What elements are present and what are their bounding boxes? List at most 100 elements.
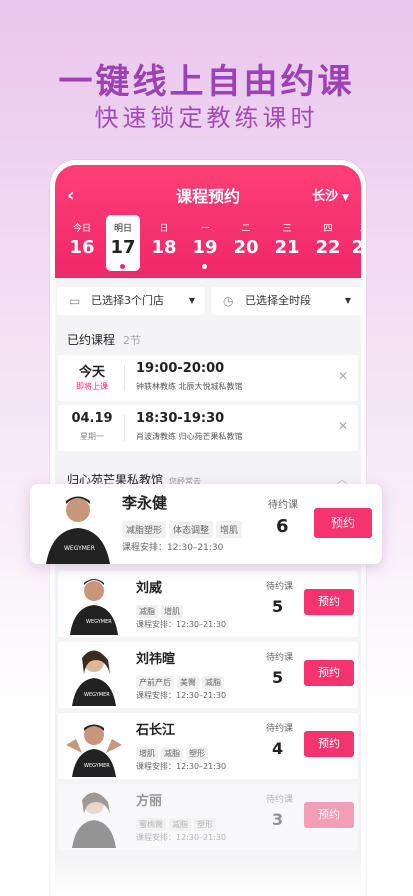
- booked-time: 18:30-19:30: [136, 411, 225, 426]
- store-filter[interactable]: ▭ 已选择3个门店 ▼: [57, 287, 205, 315]
- avatar: WEGYMER: [62, 715, 126, 777]
- coach-tag: 体态调整: [169, 521, 214, 538]
- day-number: 23: [351, 237, 364, 258]
- day-tab-22[interactable]: 四 22: [311, 215, 345, 271]
- bottom-fade: [55, 855, 361, 896]
- coach-tags: 增肌 减脂 塑形: [136, 741, 211, 760]
- coach-tag: 产前产后: [136, 676, 174, 689]
- coach-name: 李永健: [122, 494, 168, 512]
- coach-card[interactable]: 方丽 蜜桃臀 减脂 塑形 课程安排：12:30–21:30 待约课 3 预约: [58, 784, 358, 850]
- coach-tag: 减脂塑形: [122, 521, 167, 538]
- coach-name: 石长江: [136, 723, 176, 738]
- day-tab-21[interactable]: 三 21: [270, 215, 304, 271]
- booked-class-card[interactable]: 04.19 星期一 18:30-19:30 肖波涛教练 归心苑芒果私教馆 ✕: [58, 405, 358, 451]
- coach-schedule: 课程安排：12:30–21:30: [136, 833, 227, 842]
- coach-tags: 蜜桃臀 减脂 塑形: [136, 812, 219, 831]
- clock-icon: ◷: [223, 294, 234, 308]
- svg-text:WEGYMER: WEGYMER: [84, 763, 110, 769]
- day-tab-16[interactable]: 今日 16: [65, 215, 99, 271]
- coach-name: 刘祎暄: [136, 652, 176, 667]
- day-tab-19[interactable]: 一 19: [188, 215, 222, 271]
- day-tab-20[interactable]: 二 20: [229, 215, 263, 271]
- day-number: 16: [69, 237, 95, 258]
- day-number: 21: [274, 237, 300, 258]
- day-tab-23[interactable]: 五 23: [347, 215, 364, 271]
- booked-weekday: 星期一: [80, 432, 104, 441]
- avatar: WEGYMER: [62, 573, 126, 635]
- svg-text:WEGYMER: WEGYMER: [86, 619, 112, 625]
- chevron-down-icon: ▼: [188, 296, 195, 305]
- pending-count: 6: [276, 516, 289, 537]
- coach-tag: 塑形: [194, 818, 216, 831]
- book-button[interactable]: 预约: [314, 508, 372, 538]
- day-name: 四: [323, 224, 333, 234]
- coach-schedule: 课程安排：12:30–21:30: [136, 762, 227, 771]
- close-icon[interactable]: ✕: [338, 419, 348, 433]
- store-icon: ▭: [69, 294, 81, 308]
- booked-status: 即将上课: [76, 382, 108, 391]
- booked-section-title: 已约课程 2节: [67, 331, 141, 348]
- booked-title: 已约课程: [67, 333, 116, 347]
- chevron-down-icon: ▼: [344, 296, 351, 305]
- chevron-down-icon: ▼: [342, 193, 349, 203]
- coach-tag: 减脂: [169, 818, 191, 831]
- coach-card[interactable]: WEGYMER 石长江 增肌 减脂 塑形 课程安排：12:30–21:30 待约课 …: [58, 713, 358, 779]
- divider: [124, 365, 125, 391]
- day-name: 五: [347, 221, 361, 234]
- city-selector[interactable]: 长沙 ▼: [312, 185, 349, 204]
- pending-count: 4: [272, 739, 284, 758]
- book-button[interactable]: 预约: [304, 660, 354, 686]
- coach-schedule: 课程安排：12:30–21:30: [136, 691, 227, 700]
- coach-card[interactable]: WEGYMER 刘祎暄 产前产后 美臀 减脂 课程安排：12:30–21:30 待约…: [58, 642, 358, 708]
- coach-tag: 塑形: [186, 747, 208, 760]
- day-number: 19: [192, 237, 218, 258]
- coach-tag: 美臀: [177, 676, 199, 689]
- top-bar: ‹ 课程预约 长沙 ▼ 今日 16 明日 17 日 18 一 19 二 20 三…: [55, 165, 361, 278]
- pending-count: 3: [272, 810, 284, 829]
- book-button[interactable]: 预约: [304, 589, 354, 615]
- pending-label: 待约课: [266, 653, 294, 663]
- day-name: 二: [241, 224, 251, 234]
- booked-coach: 钟轶林教练 北辰大悦城私教馆: [136, 382, 243, 391]
- city-label: 长沙: [312, 189, 339, 204]
- coach-tag: 增肌: [216, 521, 243, 538]
- coach-schedule: 课程安排：12:30–21:30: [122, 543, 224, 553]
- coach-tag: 蜜桃臀: [136, 818, 166, 831]
- booked-date: 04.19: [71, 411, 113, 426]
- store-filter-label: 已选择3个门店: [91, 294, 164, 307]
- coach-name: 方丽: [136, 794, 163, 809]
- coach-tag: 减脂: [202, 676, 224, 689]
- pending-label: 待约课: [266, 795, 294, 805]
- coach-tag: 减脂: [161, 747, 183, 760]
- pending-count: 5: [272, 597, 284, 616]
- pending-label: 待约课: [266, 582, 294, 592]
- day-name: 一: [200, 224, 210, 234]
- coach-card[interactable]: WEGYMER 刘威 减脂 增肌 课程安排：12:30–21:30 待约课 5 预…: [58, 571, 358, 637]
- svg-text:WEGYMER: WEGYMER: [84, 692, 110, 698]
- coach-tag: 减脂: [136, 605, 158, 618]
- day-tab-17[interactable]: 明日 17: [106, 215, 140, 271]
- coach-tags: 减脂 增肌: [136, 599, 186, 618]
- avatar: [62, 786, 126, 848]
- svg-text:WEGYMER: WEGYMER: [64, 545, 95, 552]
- day-number: 22: [315, 237, 341, 258]
- booked-class-card[interactable]: 今天 即将上课 19:00-20:00 钟轶林教练 北辰大悦城私教馆 ✕: [58, 355, 358, 401]
- day-name: 明日: [113, 224, 132, 234]
- booked-time: 19:00-20:00: [136, 361, 225, 376]
- booked-count: 2节: [123, 334, 142, 347]
- book-button[interactable]: 预约: [304, 802, 354, 828]
- day-number: 20: [233, 237, 259, 258]
- day-name: 三: [282, 224, 292, 234]
- day-number: 18: [151, 237, 177, 258]
- day-tab-18[interactable]: 日 18: [147, 215, 181, 271]
- divider: [124, 415, 125, 441]
- time-filter[interactable]: ◷ 已选择全时段 ▼: [211, 287, 361, 315]
- coach-tags: 产前产后 美臀 减脂: [136, 670, 227, 689]
- pending-label: 待约课: [266, 724, 294, 734]
- day-name: 今日: [72, 224, 91, 234]
- booked-coach: 肖波涛教练 归心苑芒果私教馆: [136, 432, 243, 441]
- featured-coach-card[interactable]: WEGYMER 李永健 减脂塑形 体态调整 增肌 课程安排：12:30–21:30 …: [30, 484, 382, 564]
- book-button[interactable]: 预约: [304, 731, 354, 757]
- close-icon[interactable]: ✕: [338, 369, 348, 383]
- coach-tag: 增肌: [161, 605, 183, 618]
